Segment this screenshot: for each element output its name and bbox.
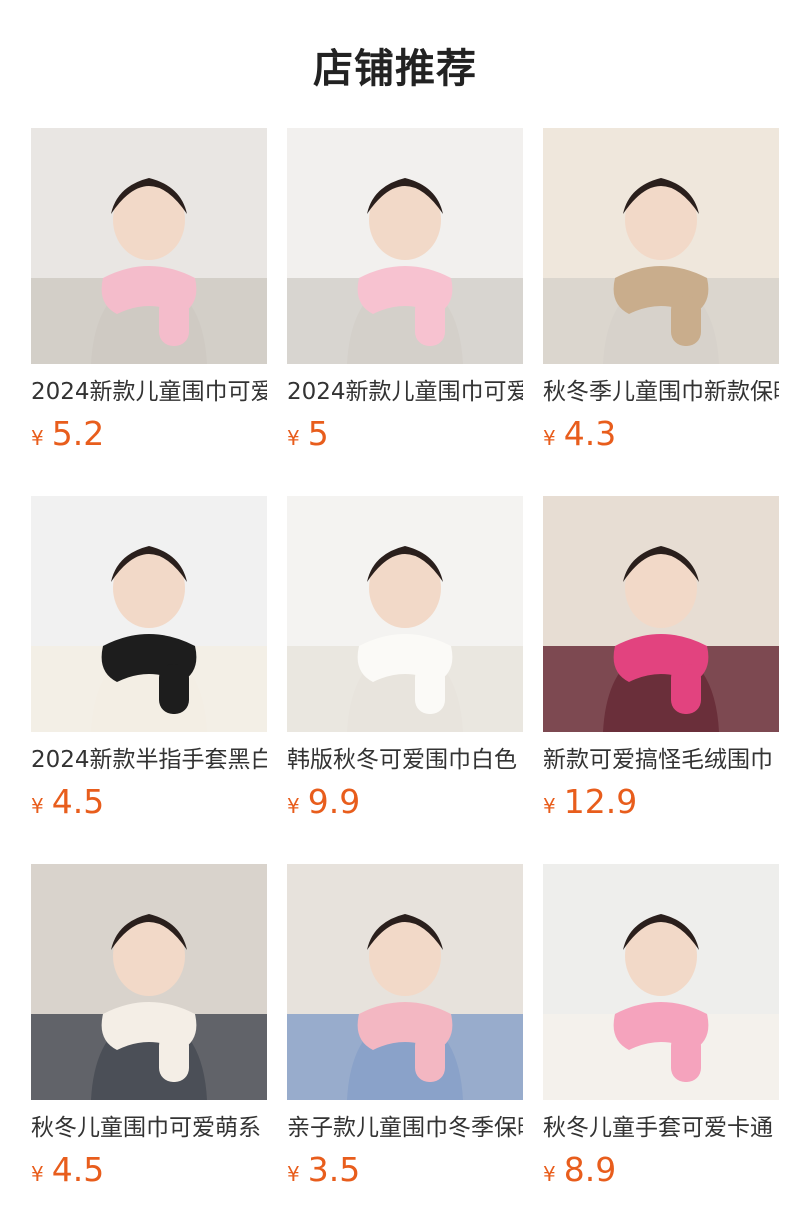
product-price: ¥4.5 [31,1150,267,1196]
currency-symbol: ¥ [31,426,44,450]
product-price: ¥4.3 [543,414,779,460]
product-price: ¥5.2 [31,414,267,460]
price-value: 4.5 [51,782,105,821]
product-price: ¥4.5 [31,782,267,828]
product-name[interactable]: 秋冬儿童围巾可爱萌系 [31,1112,267,1144]
product-card[interactable]: 秋冬儿童围巾可爱萌系 ¥4.5 [31,864,267,1232]
product-name[interactable]: 新款可爱搞怪毛绒围巾 [543,744,779,776]
product-name[interactable]: 秋冬季儿童围巾新款保暖 [543,376,779,408]
product-card[interactable]: 2024新款儿童围巾可爱 ¥5 [287,128,523,496]
product-image[interactable] [31,864,267,1100]
product-card[interactable]: 亲子款儿童围巾冬季保暖 ¥3.5 [287,864,523,1232]
product-price: ¥5 [287,414,523,460]
product-card[interactable]: 韩版秋冬可爱围巾白色 ¥9.9 [287,496,523,864]
price-value: 4.5 [51,1150,105,1189]
product-name[interactable]: 亲子款儿童围巾冬季保暖 [287,1112,523,1144]
store-recommendations-page: 店铺推荐 2024新款儿童围巾可爱 ¥5.2 2024新款儿童围巾可爱 ¥5 秋冬季儿童… [0,0,790,1232]
currency-symbol: ¥ [543,426,556,450]
price-value: 4.3 [563,414,617,453]
product-image[interactable] [543,864,779,1100]
price-value: 5 [307,414,329,453]
product-name[interactable]: 2024新款半指手套黑白格 [31,744,267,776]
currency-symbol: ¥ [31,1162,44,1186]
product-image[interactable] [287,496,523,732]
product-price: ¥8.9 [543,1150,779,1196]
price-value: 12.9 [563,782,638,821]
section-title: 店铺推荐 [313,46,477,92]
currency-symbol: ¥ [287,794,300,818]
product-image[interactable] [287,864,523,1100]
product-price: ¥12.9 [543,782,779,828]
price-value: 8.9 [563,1150,617,1189]
currency-symbol: ¥ [543,1162,556,1186]
product-card[interactable]: 新款可爱搞怪毛绒围巾 ¥12.9 [543,496,779,864]
product-price: ¥9.9 [287,782,523,828]
product-name[interactable]: 秋冬儿童手套可爱卡通 [543,1112,779,1144]
product-image[interactable] [31,496,267,732]
product-image[interactable] [31,128,267,364]
price-value: 5.2 [51,414,105,453]
product-name[interactable]: 韩版秋冬可爱围巾白色 [287,744,523,776]
currency-symbol: ¥ [31,794,44,818]
product-card[interactable]: 秋冬儿童手套可爱卡通 ¥8.9 [543,864,779,1232]
currency-symbol: ¥ [543,794,556,818]
currency-symbol: ¥ [287,1162,300,1186]
product-name[interactable]: 2024新款儿童围巾可爱 [31,376,267,408]
product-grid: 2024新款儿童围巾可爱 ¥5.2 2024新款儿童围巾可爱 ¥5 秋冬季儿童围巾新款保… [31,128,779,1232]
product-price: ¥3.5 [287,1150,523,1196]
product-card[interactable]: 2024新款半指手套黑白格 ¥4.5 [31,496,267,864]
product-name[interactable]: 2024新款儿童围巾可爱 [287,376,523,408]
product-image[interactable] [287,128,523,364]
product-image[interactable] [543,496,779,732]
product-image[interactable] [543,128,779,364]
price-value: 9.9 [307,782,361,821]
product-card[interactable]: 秋冬季儿童围巾新款保暖 ¥4.3 [543,128,779,496]
product-card[interactable]: 2024新款儿童围巾可爱 ¥5.2 [31,128,267,496]
currency-symbol: ¥ [287,426,300,450]
price-value: 3.5 [307,1150,361,1189]
